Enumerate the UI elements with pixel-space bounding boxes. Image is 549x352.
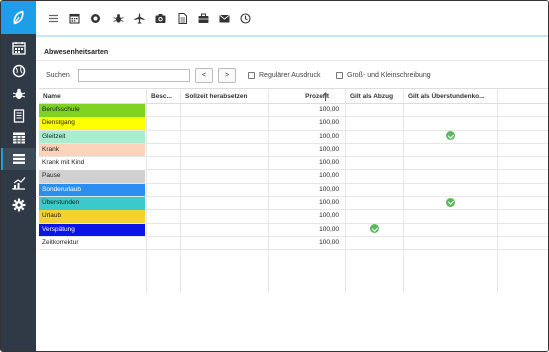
table-row[interactable]: Gleitzeit 100,00 (39, 130, 548, 144)
cell-name: Berufsschule (39, 104, 145, 117)
cell-percent: 100,00 (319, 212, 339, 220)
cell-overtime (404, 131, 497, 144)
sidebar-item-table[interactable] (1, 127, 36, 149)
column-header-overtime[interactable]: Gilt als Überstundenko... (404, 89, 498, 104)
check-circle-icon (370, 224, 379, 234)
check-circle-icon (446, 197, 455, 207)
sidebar-item-calendar[interactable] (1, 37, 36, 59)
sidebar-item-list[interactable] (1, 148, 36, 170)
column-divider (403, 88, 404, 293)
search-prev-button[interactable]: < (195, 68, 213, 83)
table-row[interactable]: Sonderurlaub 100,00 (39, 183, 548, 198)
cell-name: Urlaub (39, 210, 145, 223)
cell-percent: 100,00 (319, 132, 339, 140)
cell-name: Dienstgang (39, 117, 145, 130)
search-input[interactable] (78, 69, 190, 82)
calendar-icon[interactable] (69, 13, 80, 24)
cell-name: Zeitkorrektur (39, 236, 145, 250)
sidebar-item-chart[interactable] (1, 172, 36, 194)
column-header-deduction[interactable]: Gilt als Abzug (346, 89, 403, 104)
table-row[interactable]: Urlaub 100,00 (39, 210, 548, 224)
search-next-button[interactable]: > (218, 68, 236, 83)
table-row[interactable]: Pause 100,00 (39, 170, 548, 184)
leaf-logo-icon (13, 10, 24, 24)
chart-icon (11, 177, 25, 190)
cell-name: Gleitzeit (39, 130, 145, 144)
column-header-description[interactable]: Besc... (147, 89, 180, 104)
column-divider (345, 88, 346, 293)
cell-deduction (346, 224, 403, 237)
gear-icon (12, 198, 25, 212)
cell-percent: 100,00 (319, 172, 339, 180)
sidebar-item-settings[interactable] (1, 194, 36, 216)
cell-percent: 100,00 (319, 185, 339, 193)
cell-name: Krank mit Kind (39, 157, 145, 170)
cell-percent: 100,00 (319, 106, 339, 113)
briefcase-icon[interactable] (198, 13, 209, 24)
cell-percent: 100,00 (319, 225, 339, 233)
cell-percent: 100,00 (319, 238, 339, 246)
cell-name: Sonderurlaub (39, 183, 145, 197)
camera-icon[interactable] (155, 13, 166, 24)
table-body: Berufsschule 100,00 Dienstgang 100,00 Gleitz… (39, 104, 548, 251)
column-header-name[interactable]: Name (39, 89, 146, 104)
sidebar-item-document[interactable] (1, 105, 36, 127)
bug-icon[interactable] (113, 13, 124, 24)
table-header: Name Besc... Sollzeit herabsetzen Prozen… (39, 88, 548, 104)
cell-percent: 100,00 (319, 159, 339, 167)
cell-name: Krank (39, 143, 145, 157)
column-header-reduce-target-time[interactable]: Sollzeit herabsetzen (181, 89, 269, 104)
regex-checkbox[interactable] (248, 72, 255, 79)
column-header-percent[interactable]: Prozent (269, 89, 345, 104)
table-row[interactable]: Krank 100,00 (39, 143, 548, 158)
cell-overtime (404, 197, 497, 210)
app-logo[interactable] (1, 1, 36, 34)
case-sensitive-checkbox[interactable] (336, 72, 343, 79)
sidebar (1, 1, 36, 351)
check-circle-icon (446, 131, 455, 141)
column-divider (146, 88, 147, 293)
globe-icon[interactable] (90, 13, 101, 24)
title-divider (36, 60, 548, 61)
menu-icon[interactable] (48, 13, 59, 24)
table-row[interactable]: Zeitkorrektur 100,00 (39, 236, 548, 251)
cell-percent: 100,00 (319, 199, 339, 207)
table-row[interactable]: Verspätung 100,00 (39, 223, 548, 237)
top-toolbar (36, 1, 548, 37)
table-row[interactable]: Berufsschule 100,00 (39, 104, 548, 118)
list-icon (12, 154, 25, 164)
table-grid-icon (12, 132, 25, 144)
table-row[interactable]: Dienstgang 100,00 (39, 117, 548, 131)
document-icon[interactable] (177, 13, 188, 24)
table-row[interactable]: Überstunden 100,00 (39, 197, 548, 211)
mail-icon[interactable] (219, 13, 230, 24)
table-row[interactable]: Krank mit Kind 100,00 (39, 157, 548, 171)
document-icon (13, 109, 24, 123)
app-window: Abwesenheitsarten Suchen < > Regulärer A… (0, 0, 549, 352)
sidebar-item-bug[interactable] (1, 83, 36, 105)
globe-icon (12, 64, 25, 78)
cell-percent: 100,00 (319, 145, 339, 153)
main-panel: Abwesenheitsarten Suchen < > Regulärer A… (36, 39, 548, 351)
sort-up-arrow-icon[interactable] (322, 92, 329, 101)
sidebar-item-globe[interactable] (1, 60, 36, 82)
case-sensitive-option[interactable]: Groß- und Kleinschreibung (336, 72, 431, 79)
regex-label: Regulärer Ausdruck (259, 72, 321, 79)
plane-icon[interactable] (134, 13, 145, 24)
column-divider (180, 88, 181, 293)
search-label: Suchen (46, 72, 70, 79)
bug-icon (12, 88, 25, 99)
page-title: Abwesenheitsarten (44, 49, 109, 56)
absence-types-table: Name Besc... Sollzeit herabsetzen Prozen… (39, 88, 548, 293)
column-divider (268, 88, 269, 293)
column-divider (497, 88, 498, 293)
regex-option[interactable]: Regulärer Ausdruck (248, 72, 320, 79)
cell-percent: 100,00 (319, 119, 339, 127)
calendar-icon (11, 42, 26, 55)
case-sensitive-label: Groß- und Kleinschreibung (347, 72, 431, 79)
clock-icon[interactable] (240, 13, 251, 24)
cell-name: Überstunden (39, 197, 145, 210)
cell-name: Verspätung (39, 223, 145, 237)
cell-name: Pause (39, 170, 145, 183)
